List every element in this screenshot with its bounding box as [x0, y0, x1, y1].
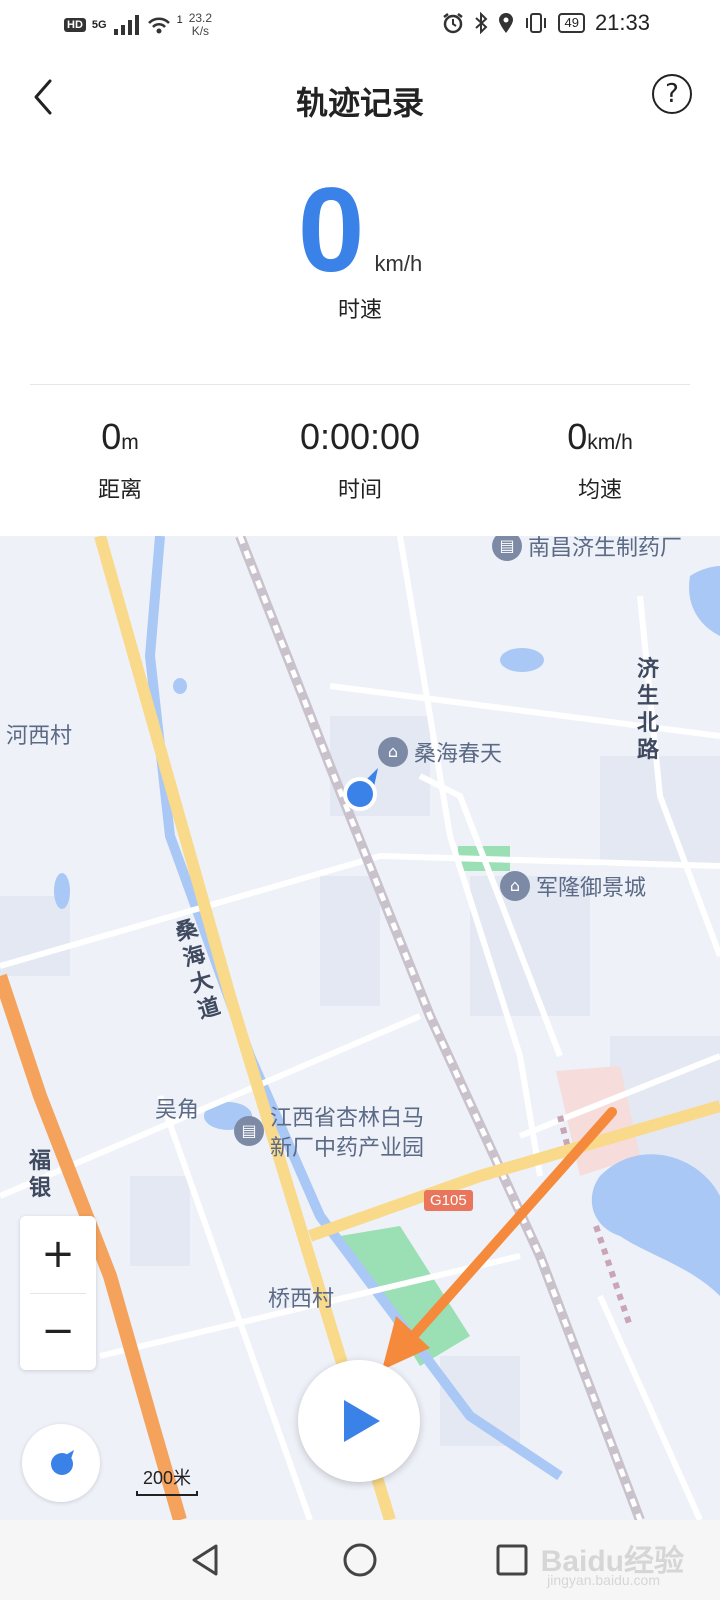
- poi-pharma-label: 南昌济生制药厂: [528, 536, 683, 561]
- alarm-icon: [443, 13, 464, 34]
- avg-speed-label: 均速: [577, 478, 622, 503]
- question-circle-icon[interactable]: ?: [652, 74, 692, 114]
- status-left: HD 5G 1 23.2 K/s: [64, 12, 212, 38]
- poi-pharma[interactable]: ▤ 南昌济生制药厂: [492, 536, 682, 562]
- status-right: 49 21:33: [442, 10, 650, 36]
- duration-label: 时间: [337, 478, 382, 503]
- map-scale-label: 200米: [142, 1468, 192, 1488]
- poi-industrial-park-line1: 江西省杏林白马: [270, 1106, 425, 1131]
- stat-duration: 0:00:00 时间: [240, 416, 480, 504]
- triangle-back-icon[interactable]: [184, 1538, 228, 1582]
- poi-junlong[interactable]: ⌂ 军隆御景城: [500, 870, 646, 902]
- net-speed-value: 23.2: [188, 11, 213, 25]
- vibrate-icon: [526, 13, 547, 33]
- avg-speed-unit: km/h: [587, 431, 633, 454]
- residence-icon: ⌂: [500, 871, 530, 901]
- status-bar: HD 5G 1 23.2 K/s 49 21:33: [0, 0, 720, 50]
- poi-industrial-park-line2: 新厂中药产业园: [270, 1136, 425, 1161]
- poi-industrial-park[interactable]: ▤ 江西省杏林白马 新厂中药产业园: [234, 1104, 424, 1164]
- map-scale-bar: [136, 1491, 198, 1496]
- wifi-count: 1: [176, 14, 183, 26]
- distance-label: 距离: [97, 478, 142, 503]
- zoom-control: + −: [20, 1216, 96, 1370]
- map-label-wujiao: 吴角: [155, 1098, 200, 1123]
- network-type: 5G: [91, 19, 107, 31]
- poi-sanghai-spring-label: 桑海春天: [414, 742, 503, 767]
- poi-junlong-label: 军隆御景城: [536, 876, 647, 901]
- wifi-icon: [147, 17, 170, 34]
- poi-industrial-park-label: 江西省杏林白马 新厂中药产业园: [270, 1104, 424, 1164]
- avg-speed-value: 0: [567, 416, 588, 457]
- map-label-qiaoxicun: 桥西村: [268, 1287, 335, 1312]
- zoom-in-button[interactable]: +: [20, 1216, 96, 1293]
- map-label-fuyin-road: 福银: [28, 1148, 51, 1201]
- circle-home-icon[interactable]: [338, 1538, 382, 1582]
- my-location-icon: [51, 1450, 74, 1475]
- locate-button[interactable]: [22, 1424, 100, 1502]
- square-recent-icon[interactable]: [490, 1538, 534, 1582]
- play-icon: [344, 1400, 380, 1442]
- map-label-jisheng-road: 济生北路: [636, 656, 659, 763]
- speed-value: 0: [297, 163, 365, 297]
- speed-unit: km/h: [374, 251, 423, 276]
- building-icon: ▤: [234, 1116, 264, 1146]
- map-view[interactable]: 河西村 吴角 桥西村 济生北路 桑海大道 福银 ▤ 南昌济生制药厂 ⌂ 桑海春天…: [0, 536, 720, 1520]
- battery-icon: 49: [558, 13, 585, 33]
- building-icon: ▤: [492, 536, 522, 561]
- stats-row: 0m 距离 0:00:00 时间 0km/h 均速: [0, 416, 720, 516]
- residence-icon: ⌂: [378, 737, 408, 767]
- hd-icon: HD: [64, 18, 86, 32]
- road-badge-g105: G105: [424, 1190, 473, 1211]
- divider: [30, 384, 690, 385]
- page-title: 轨迹记录: [295, 84, 424, 122]
- net-speed: 23.2 K/s: [189, 12, 212, 38]
- net-speed-unit: K/s: [191, 24, 210, 38]
- distance-value: 0: [101, 416, 122, 457]
- speed-label: 时速: [337, 298, 382, 323]
- current-speed: 0 km/h: [0, 170, 720, 290]
- header: 轨迹记录 ?: [0, 50, 720, 146]
- stat-average-speed: 0km/h 均速: [480, 416, 720, 504]
- duration-value: 0:00:00: [299, 416, 421, 457]
- start-record-button[interactable]: [298, 1360, 420, 1482]
- bluetooth-icon: [475, 12, 488, 34]
- zoom-out-button[interactable]: −: [20, 1293, 96, 1370]
- stat-distance: 0m 距离: [0, 416, 240, 504]
- watermark-url: jingyan.baidu.com: [547, 1572, 660, 1588]
- poi-sanghai-spring[interactable]: ⌂ 桑海春天: [378, 736, 502, 768]
- signal-icon: [113, 15, 139, 35]
- clock: 21:33: [594, 10, 650, 35]
- location-icon: [499, 13, 514, 33]
- distance-unit: m: [121, 431, 139, 454]
- map-label-hexicun: 河西村: [6, 724, 73, 749]
